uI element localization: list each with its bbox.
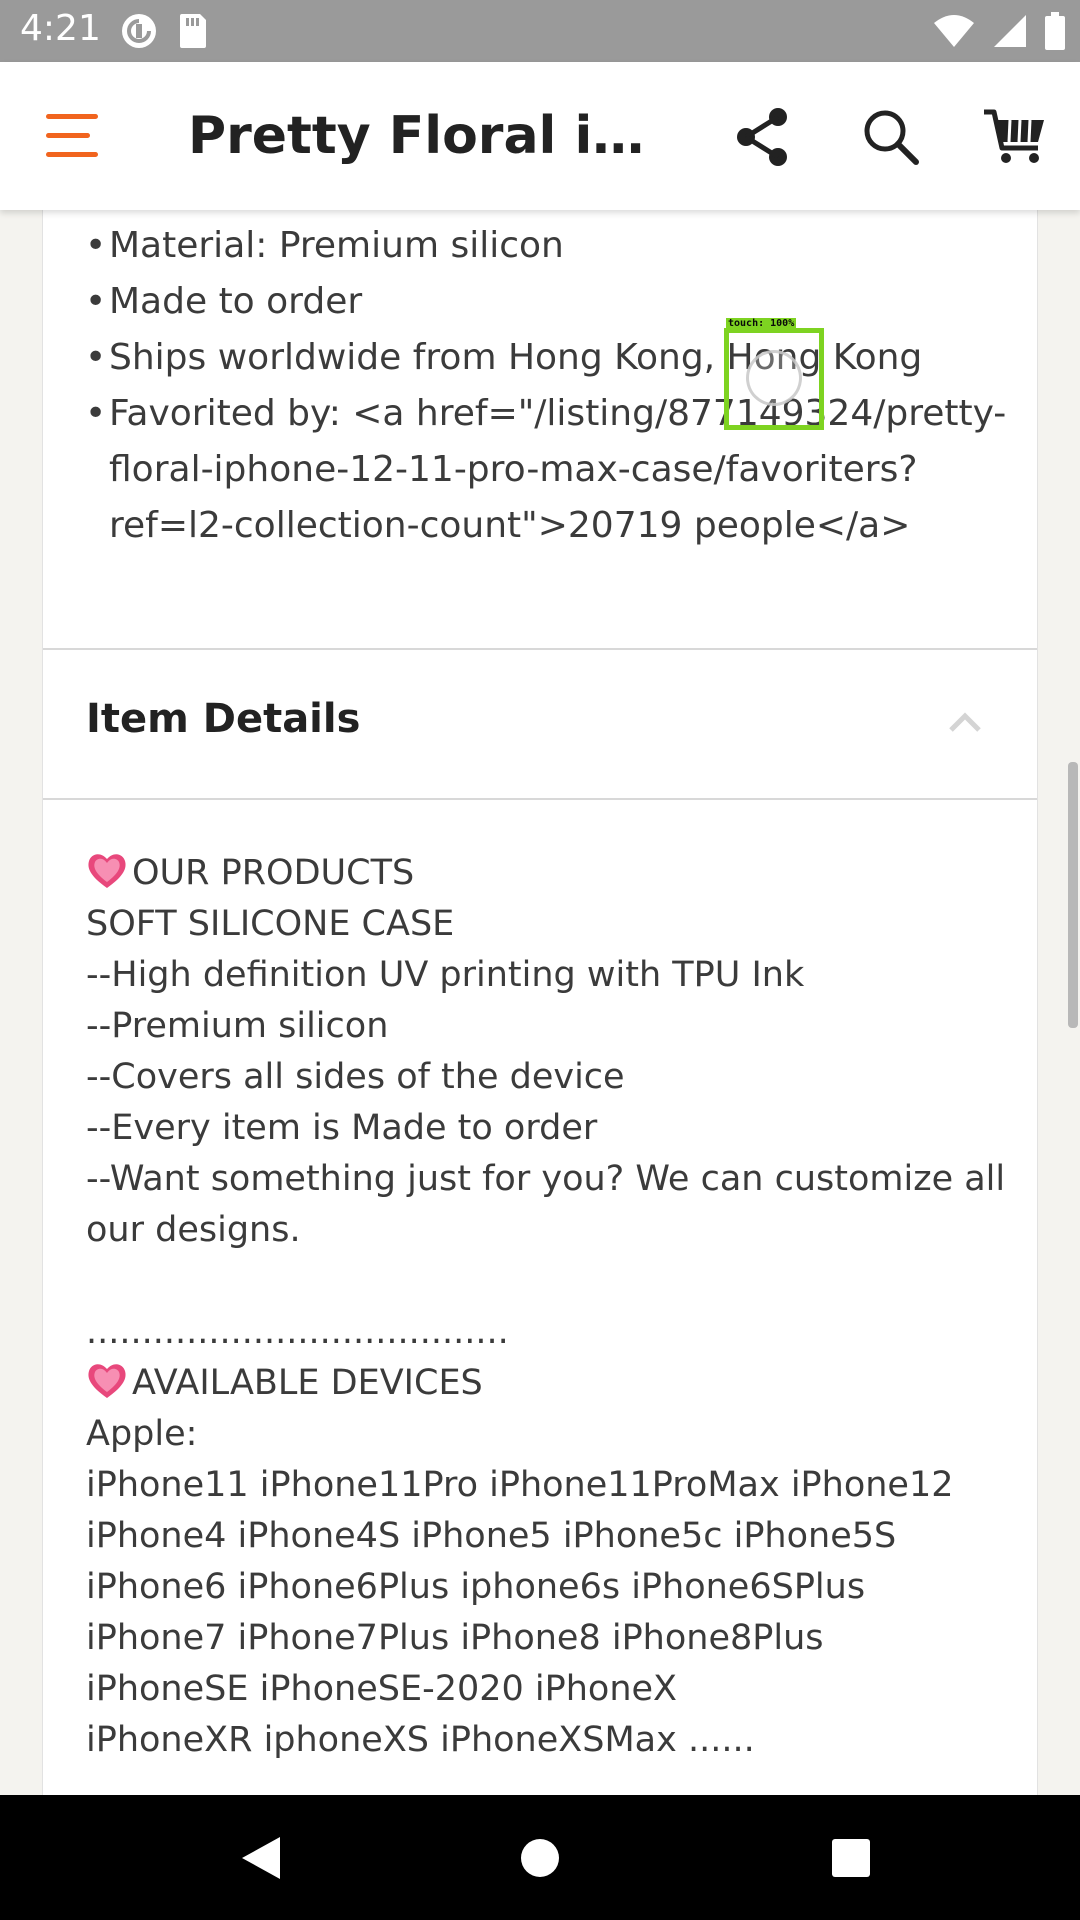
- item-description: OUR PRODUCTS SOFT SILICONE CASE --High d…: [86, 848, 1006, 1766]
- menu-button[interactable]: [46, 114, 98, 158]
- pocket-casts-icon: [122, 14, 156, 48]
- status-right-icons: [932, 12, 1066, 50]
- scrollbar-thumb[interactable]: [1068, 762, 1078, 1028]
- devices-body: Apple: iPhone11 iPhone11Pro iPhone11ProM…: [86, 1414, 954, 1760]
- share-icon[interactable]: [730, 104, 796, 170]
- listing-details-card: Material: Premium silicon Made to order …: [42, 210, 1038, 1795]
- list-item: Material: Premium silicon: [85, 218, 1015, 274]
- list-item: Favorited by: <a href="/listing/87714932…: [85, 386, 1015, 554]
- products-heading: OUR PRODUCTS: [132, 853, 415, 893]
- wifi-icon: [934, 15, 974, 47]
- item-details-header[interactable]: Item Details: [43, 650, 1037, 798]
- list-item: Ships worldwide from Hong Kong, Hong Kon…: [85, 330, 1015, 386]
- cart-icon[interactable]: [982, 104, 1048, 170]
- heart-icon: [88, 1364, 126, 1398]
- status-bar: 4:21: [0, 0, 1080, 62]
- back-icon[interactable]: [236, 1833, 286, 1883]
- devices-heading: AVAILABLE DEVICES: [132, 1363, 483, 1403]
- list-item: Made to order: [85, 274, 1015, 330]
- touch-ripple: [746, 350, 802, 406]
- sd-card-icon: [180, 14, 206, 48]
- heart-icon: [88, 854, 126, 888]
- page-title: Pretty Floral iPhone 12 11 Pro Max Case: [188, 106, 678, 166]
- status-time: 4:21: [20, 8, 101, 49]
- battery-icon: [1045, 12, 1065, 50]
- cellular-signal-icon: [994, 15, 1026, 47]
- home-icon[interactable]: [515, 1833, 565, 1883]
- highlights-list: Material: Premium silicon Made to order …: [85, 218, 1015, 554]
- divider: [43, 798, 1037, 800]
- navigation-bar: [0, 1795, 1080, 1920]
- app-bar: Pretty Floral iPhone 12 11 Pro Max Case: [0, 62, 1080, 210]
- products-body: SOFT SILICONE CASE --High definition UV …: [86, 904, 1006, 1352]
- recents-icon[interactable]: [826, 1833, 876, 1883]
- status-left-icons: [120, 12, 208, 50]
- menu-icon: [46, 114, 98, 119]
- section-title: Item Details: [86, 696, 361, 742]
- chevron-up-icon: [949, 712, 981, 732]
- search-icon[interactable]: [858, 104, 924, 170]
